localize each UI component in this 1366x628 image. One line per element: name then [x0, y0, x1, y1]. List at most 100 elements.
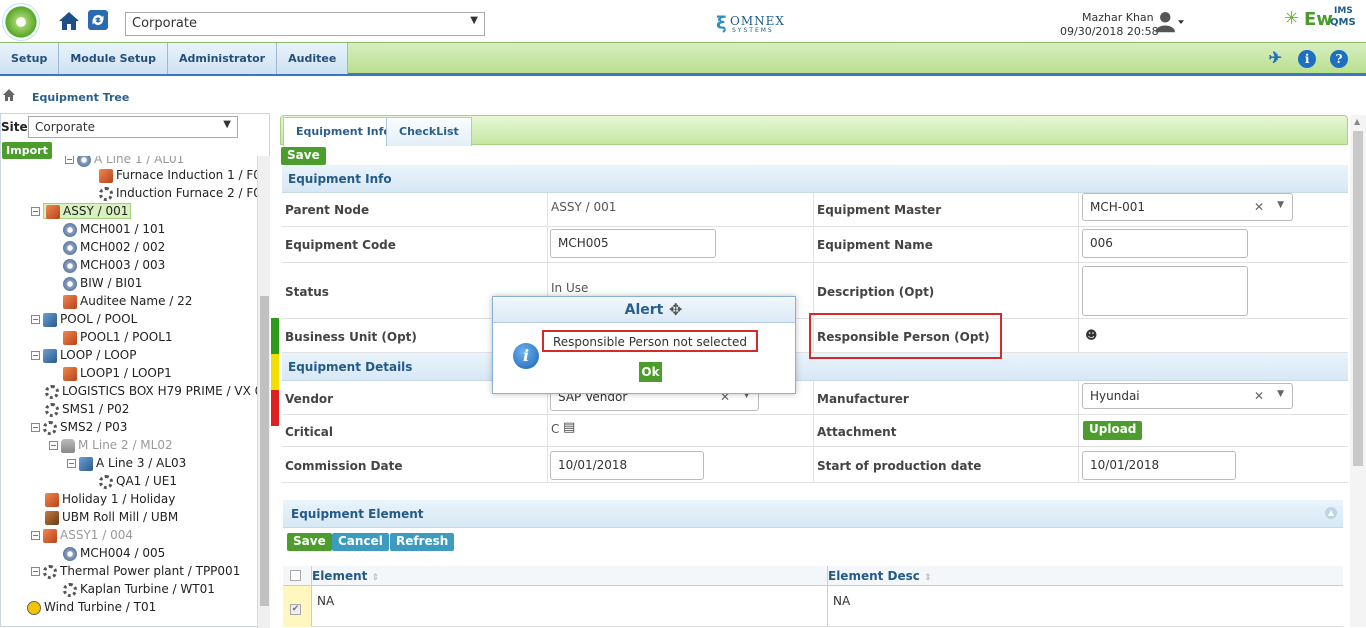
scrollbar-thumb[interactable]	[1353, 131, 1363, 466]
collapse-icon[interactable]: −	[67, 459, 76, 468]
tree-node[interactable]: LOOP1 / LOOP1	[63, 364, 172, 382]
tree-node-label: LOOP1 / LOOP1	[80, 366, 172, 380]
qms-text: QMS	[1330, 17, 1356, 28]
person-picker-icon[interactable]: ☻	[1085, 328, 1098, 342]
equipment-master-select[interactable]: MCH-001 ✕ ▼	[1082, 193, 1293, 221]
tree-node[interactable]: Wind Turbine / T01	[27, 598, 156, 616]
row-checkbox[interactable]: ✔	[290, 604, 301, 615]
sort-icon[interactable]: ⇕	[924, 573, 932, 583]
chevron-down-icon: ▼	[223, 119, 231, 130]
page-scrollbar[interactable]: ▲	[1350, 115, 1366, 627]
tab-checklist[interactable]: CheckList	[386, 117, 472, 146]
element-refresh-button[interactable]: Refresh	[390, 533, 455, 551]
user-avatar-icon[interactable]	[1154, 6, 1184, 36]
collapse-icon[interactable]: −	[49, 441, 58, 450]
col-desc-header[interactable]: Element Desc ⇕	[828, 569, 932, 583]
alert-ok-button[interactable]: Ok	[639, 362, 662, 382]
scrollbar-thumb[interactable]	[260, 296, 269, 606]
collapse-icon[interactable]: −	[31, 207, 40, 216]
tree-node[interactable]: QA1 / UE1	[99, 472, 177, 490]
tree-node-selected[interactable]: − ASSY / 001	[31, 202, 132, 220]
element-save-button[interactable]: Save	[287, 533, 332, 551]
save-button[interactable]: Save	[281, 147, 326, 165]
menu-auditee[interactable]: Auditee	[277, 43, 349, 74]
tree-node[interactable]: Holiday 1 / Holiday	[45, 490, 175, 508]
info-icon: i	[513, 343, 539, 369]
tree-node[interactable]: − POOL / POOL	[31, 310, 137, 328]
pin-icon[interactable]: ✈	[1266, 49, 1284, 67]
machine-icon	[63, 240, 77, 255]
collapse-icon[interactable]: −	[31, 567, 40, 576]
page-title: Equipment Tree	[32, 91, 130, 104]
tree-node[interactable]: LOGISTICS BOX H79 PRIME / VX 01	[45, 382, 257, 400]
manufacturer-select[interactable]: Hyundai ✕ ▼	[1082, 383, 1293, 409]
tree-node[interactable]: − Thermal Power plant / TPP001	[31, 562, 240, 580]
chevron-down-icon[interactable]: ▼	[1277, 389, 1284, 399]
equipment-code-input[interactable]: MCH005	[550, 229, 716, 258]
column-divider	[1078, 381, 1079, 483]
site-select[interactable]: Corporate ▼	[125, 12, 485, 36]
alert-title-bar[interactable]: Alert ✥	[493, 297, 795, 323]
refresh-icon[interactable]	[88, 10, 108, 30]
scroll-up-icon[interactable]: ▲	[1354, 117, 1360, 126]
site-select-value: Corporate	[132, 16, 197, 31]
select-all-checkbox[interactable]	[290, 570, 301, 581]
app-logo-icon[interactable]	[2, 3, 40, 41]
upload-button[interactable]: Upload	[1083, 421, 1143, 440]
tree-node[interactable]: POOL1 / POOL1	[63, 328, 173, 346]
alert-message: Responsible Person not selected	[542, 330, 758, 352]
info-icon[interactable]: i	[1298, 50, 1317, 68]
equipment-box-icon	[99, 168, 113, 183]
col-desc-label: Element Desc	[828, 569, 920, 583]
collapse-icon[interactable]: −	[31, 315, 40, 324]
menu-setup[interactable]: Setup	[0, 43, 60, 74]
parent-node-label: Parent Node	[285, 203, 370, 217]
collapse-section-icon[interactable]: ▲	[1325, 507, 1337, 519]
breadcrumb-home-icon[interactable]	[3, 89, 15, 101]
criticality-picker-icon[interactable]: ▤	[563, 420, 575, 435]
chevron-down-icon[interactable]: ▼	[1277, 200, 1284, 210]
tree-node[interactable]: Induction Furnace 2 / F02	[99, 184, 257, 202]
tree-node[interactable]: − LOOP / LOOP	[31, 346, 136, 364]
tree-node[interactable]: Kaplan Turbine / WT01	[63, 580, 215, 598]
tree-node[interactable]: MCH004 / 005	[63, 544, 165, 562]
collapse-icon[interactable]: −	[31, 531, 40, 540]
gear-icon	[43, 420, 57, 435]
menu-module-setup[interactable]: Module Setup	[59, 43, 168, 74]
tree-node[interactable]: MCH002 / 002	[63, 238, 165, 256]
tree-node[interactable]: − ASSY1 / 004	[31, 526, 133, 544]
menu-administrator[interactable]: Administrator	[167, 43, 278, 74]
clear-icon[interactable]: ✕	[1254, 389, 1264, 403]
collapse-icon[interactable]: −	[31, 423, 40, 432]
description-textarea[interactable]	[1082, 266, 1248, 316]
collapse-icon[interactable]: −	[65, 156, 74, 164]
tree-node[interactable]: MCH003 / 003	[63, 256, 165, 274]
table-row[interactable]: ✔ NA NA	[283, 586, 1343, 627]
tree-node[interactable]: − SMS2 / P03	[31, 418, 127, 436]
tree-node[interactable]: UBM Roll Mill / UBM	[45, 508, 178, 526]
tree-site-select[interactable]: Corporate ▼	[28, 116, 238, 138]
help-icon[interactable]: ?	[1330, 50, 1348, 68]
col-element-header[interactable]: Element ⇕	[312, 569, 379, 583]
tree-node[interactable]: MCH001 / 101	[63, 220, 165, 238]
equipment-name-input[interactable]: 006	[1082, 229, 1248, 258]
tree-node[interactable]: − A Line 3 / AL03	[67, 454, 186, 472]
home-icon[interactable]	[58, 10, 80, 32]
clear-icon[interactable]: ✕	[1254, 200, 1264, 214]
chevron-down-icon: ▼	[470, 15, 478, 26]
collapse-icon[interactable]: −	[31, 351, 40, 360]
start-production-input[interactable]: 10/01/2018	[1082, 451, 1236, 480]
tree-node[interactable]: Furnace Induction 1 / F01	[99, 166, 257, 184]
element-cancel-button[interactable]: Cancel	[332, 533, 389, 551]
tree-node-label: SMS2 / P03	[60, 420, 128, 434]
status-color-strip	[271, 318, 279, 426]
tree-node[interactable]: SMS1 / P02	[45, 400, 129, 418]
responsible-person-highlight	[809, 313, 1002, 359]
tree-node[interactable]: Auditee Name / 22	[63, 292, 192, 310]
tree-node[interactable]: − M Line 2 / ML02	[49, 436, 173, 454]
tree-scrollbar[interactable]	[257, 156, 270, 628]
tree-node[interactable]: BIW / BI01	[63, 274, 142, 292]
column-divider	[813, 381, 814, 483]
sort-icon[interactable]: ⇕	[372, 573, 380, 583]
commission-date-input[interactable]: 10/01/2018	[550, 451, 704, 480]
